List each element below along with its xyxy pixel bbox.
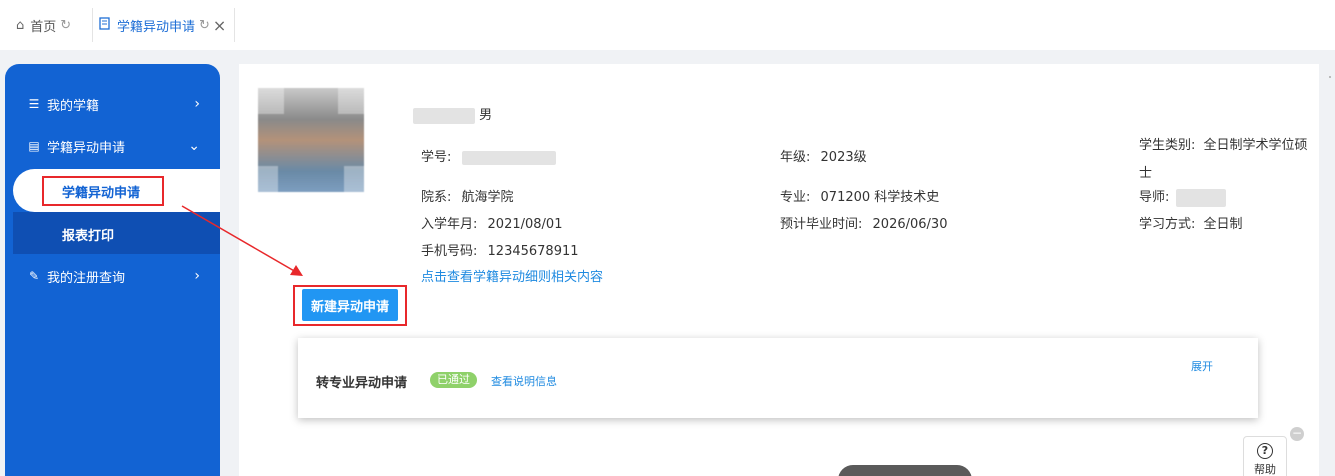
student-type-label: 学生类别: [1139,138,1196,153]
help-button[interactable]: ? 帮助 [1243,436,1287,476]
student-no-redacted [461,150,556,165]
grade: 年级: 2023级 [780,146,867,165]
chevron-right-icon: › [194,268,200,284]
enroll-value: 2021/08/01 [487,217,563,232]
scroll-indicator [1329,76,1331,78]
phone-label: 手机号码: [421,244,478,259]
gender-value: 男 [479,108,493,123]
grade-value: 2023级 [820,150,867,165]
grade-label: 年级: [780,150,811,165]
chevron-down-icon: ⌄ [188,138,200,154]
student-type: 学生类别: 全日制学术学位硕士 [1139,132,1311,188]
question-icon: ? [1257,443,1273,459]
refresh-icon[interactable]: ↻ [199,18,210,33]
expand-button[interactable]: 展开 [1191,358,1213,374]
view-details-link[interactable]: 查看说明信息 [491,373,557,389]
rules-link[interactable]: 点击查看学籍异动细则相关内容 [421,266,603,285]
department-label: 院系: [421,190,452,205]
name-redacted [413,107,475,124]
student-no-label: 学号: [421,150,452,165]
sidebar: ☰ 我的学籍 › ▤ 学籍异动申请 ⌄ ✎ 我的注册查询 › [5,64,220,476]
document-icon [99,16,111,34]
avatar [258,88,364,192]
advisor: 导师: [1139,186,1226,207]
enroll-date: 入学年月: 2021/08/01 [421,213,562,232]
sidebar-item-label: 我的学籍 [47,98,100,114]
refresh-icon[interactable]: ↻ [60,18,71,33]
tab-home-label: 首页 [30,19,57,35]
major-label: 专业: [780,190,811,205]
sidebar-item-label: 学籍异动申请 [47,140,126,156]
sidebar-item-status-change[interactable]: ▤ 学籍异动申请 ⌄ [5,126,220,166]
phone-value: 12345678911 [487,244,579,259]
student-name-row: 男 [413,104,492,124]
chevron-right-icon: › [194,96,200,112]
major-value: 071200 科学技术史 [820,190,940,205]
edit-document-icon: ✎ [28,269,40,283]
enroll-label: 入学年月: [421,217,478,232]
tab-status-change-label: 学籍异动申请 [117,19,196,35]
sidebar-item-label: 我的注册查询 [47,270,126,286]
study-mode-label: 学习方式: [1139,217,1196,232]
advisor-label: 导师: [1139,190,1170,205]
new-application-button[interactable]: 新建异动申请 [302,289,398,321]
study-mode: 学习方式: 全日制 [1139,213,1243,232]
graduate-label: 预计毕业时间: [780,217,863,232]
status-badge: 已通过 [430,372,477,388]
sidebar-item-my-status[interactable]: ☰ 我的学籍 › [5,84,220,124]
phone: 手机号码: 12345678911 [421,240,579,259]
application-title: 转专业异动申请 [316,376,408,391]
close-icon[interactable]: × [213,16,226,35]
study-mode-value: 全日制 [1203,217,1243,232]
list-icon: ☰ [28,97,40,111]
collapse-icon[interactable]: − [1290,427,1304,441]
sidebar-item-registration-query[interactable]: ✎ 我的注册查询 › [5,256,220,296]
graduate-value: 2026/06/30 [872,217,948,232]
department: 院系: 航海学院 [421,186,514,205]
graduate-date: 预计毕业时间: 2026/06/30 [780,213,947,232]
student-no: 学号: [421,146,556,165]
department-value: 航海学院 [461,190,514,205]
sidebar-submenu-bg [13,212,220,254]
home-icon: ⌂ [16,17,25,33]
application-card: 转专业异动申请 已通过 查看说明信息 展开 [298,338,1258,418]
help-label: 帮助 [1254,463,1276,476]
tab-home[interactable]: ⌂ 首页 ↻ [16,10,71,40]
major: 专业: 071200 科学技术史 [780,186,939,205]
sidebar-subitem-report-print[interactable]: 报表打印 [62,225,114,244]
highlight-box [42,176,164,206]
document-icon: ▤ [28,139,40,153]
floating-pill [838,465,972,476]
tab-status-change[interactable]: 学籍异动申请 ↻ × [92,8,236,42]
advisor-redacted [1175,188,1226,207]
tab-bar: ⌂ 首页 ↻ 学籍异动申请 ↻ × [0,0,1335,50]
